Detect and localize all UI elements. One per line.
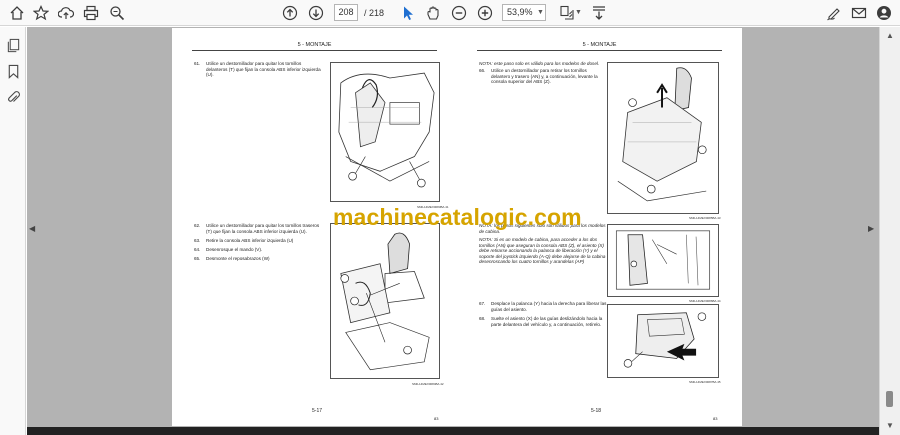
bookmarks-icon[interactable] <box>4 62 22 80</box>
watermark-text: machinecatalogic.com <box>333 204 582 230</box>
note-cab-procedure: NOTA: Si es un modelo de cabina, para ac… <box>479 237 606 265</box>
zoom-search-icon[interactable] <box>108 4 126 22</box>
bookmark-star-icon[interactable] <box>32 4 50 22</box>
figure-caption-42: SMIL14MEX0084BA 42 <box>412 382 444 386</box>
page-footer-number: 5-17 <box>312 408 323 414</box>
fit-dropdown-icon[interactable]: ▼ <box>575 9 582 16</box>
console-front-illustration <box>338 72 435 188</box>
select-cursor-icon[interactable] <box>399 4 417 22</box>
figure-caption-44: SMIL14MEX0086BA 44 <box>689 299 721 303</box>
figure-joystick-support <box>607 224 719 297</box>
page-thumbnails-icon[interactable] <box>4 36 22 54</box>
page-header: 5 - MONTAJE <box>477 42 722 51</box>
mail-icon[interactable] <box>850 4 868 22</box>
figure-console-front <box>330 62 440 202</box>
console-rear-illustration <box>340 232 430 371</box>
figure-console-rear <box>330 223 440 379</box>
home-icon[interactable] <box>8 4 26 22</box>
edit-sign-icon[interactable] <box>825 4 843 22</box>
cloud-upload-icon[interactable] <box>57 4 75 22</box>
zoom-in-icon[interactable] <box>476 4 494 22</box>
figure-caption-43: SMIL14MEX0085BA 43 <box>689 216 721 220</box>
attachments-icon[interactable] <box>4 88 22 106</box>
abs-console-illustration <box>617 67 707 202</box>
joystick-support-illustration <box>615 230 711 290</box>
page-footer-code: 83 <box>713 416 718 421</box>
note-canopy: NOTA: este paso solo es válido para los … <box>479 61 600 66</box>
figure-caption-45: SMIL14MEX0087BA 45 <box>689 380 721 384</box>
previous-page-icon[interactable] <box>281 4 299 22</box>
scroll-mode-icon[interactable] <box>590 4 608 22</box>
page-footer-code: 83 <box>434 416 439 421</box>
collapse-right-panel-icon[interactable]: ▶ <box>868 224 874 233</box>
seat-removal-illustration <box>623 312 707 368</box>
toolbar: 208 / 218 53,9% ▼ ▼ <box>0 0 900 26</box>
figure-abs-console <box>607 62 719 214</box>
page-number-input[interactable]: 208 <box>334 4 358 21</box>
scrollbar-thumb[interactable] <box>886 391 893 407</box>
left-sidebar <box>0 27 26 435</box>
print-icon[interactable] <box>82 4 100 22</box>
collapse-left-panel-icon[interactable]: ◀ <box>29 224 35 233</box>
hand-tool-icon[interactable] <box>424 4 442 22</box>
horizontal-scrollbar[interactable] <box>27 427 879 435</box>
account-icon[interactable] <box>875 4 893 22</box>
page-total-label: / 218 <box>364 8 385 18</box>
zoom-out-icon[interactable] <box>450 4 468 22</box>
page-header: 5 - MONTAJE <box>192 42 437 51</box>
vertical-scrollbar[interactable]: ▲ ▼ <box>879 27 900 435</box>
figure-seat-removal <box>607 304 719 378</box>
next-page-icon[interactable] <box>307 4 325 22</box>
scroll-down-arrow-icon[interactable]: ▼ <box>886 421 894 430</box>
zoom-dropdown-icon[interactable]: ▼ <box>537 9 544 16</box>
scroll-up-arrow-icon[interactable]: ▲ <box>886 31 894 40</box>
page-footer-number: 5-18 <box>591 408 602 414</box>
fit-page-icon[interactable] <box>558 4 576 22</box>
